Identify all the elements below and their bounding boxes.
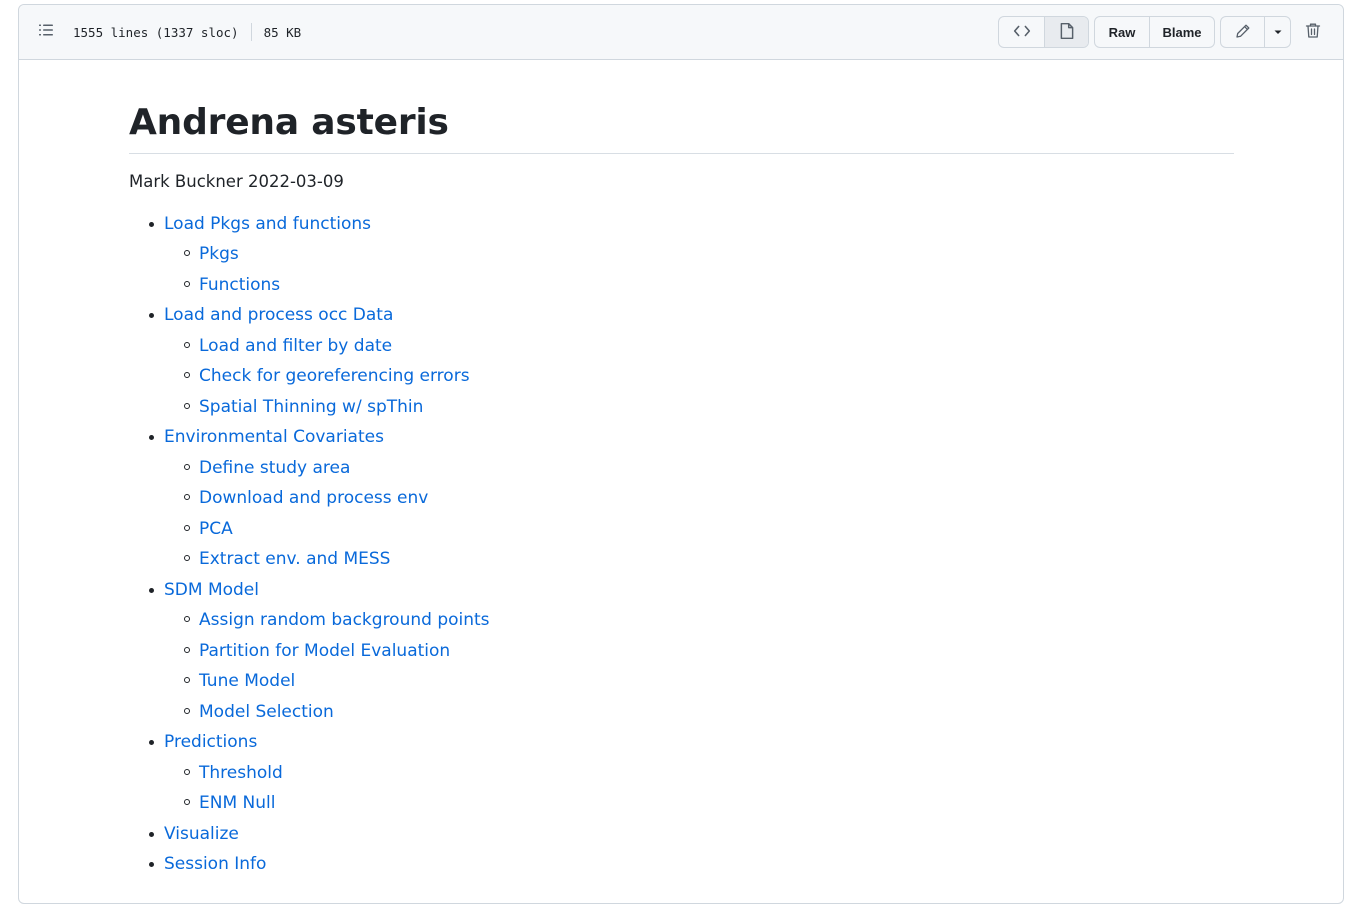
toc-link[interactable]: Environmental Covariates (164, 427, 384, 447)
edit-button[interactable] (1221, 17, 1264, 47)
toc-subitem: PCA (184, 516, 1234, 542)
toc-sublink[interactable]: Threshold (199, 763, 283, 783)
toc-item: SDM Model Assign random background points… (149, 577, 1234, 725)
toc-subitem: Model Selection (184, 699, 1234, 725)
toc-link[interactable]: Visualize (164, 824, 239, 844)
toc-subitem: Load and filter by date (184, 333, 1234, 359)
toc-item: Predictions Threshold ENM Null (149, 729, 1234, 817)
triangle-down-icon (1273, 25, 1283, 40)
toc-link[interactable]: SDM Model (164, 580, 259, 600)
toc-sublink[interactable]: Model Selection (199, 702, 334, 722)
toc-sublink[interactable]: Assign random background points (199, 610, 490, 630)
file-size: 85 KB (263, 24, 302, 40)
toc-sublink[interactable]: Check for georeferencing errors (199, 366, 470, 386)
table-of-contents: Load Pkgs and functions Pkgs Functions Load… (129, 211, 1234, 878)
toc-sublist: Assign random background points Partition… (164, 607, 1234, 725)
toc-sublink[interactable]: Download and process env (199, 488, 428, 508)
outline-toggle-button[interactable] (35, 21, 57, 43)
edit-group (1220, 16, 1291, 48)
toc-item: Load Pkgs and functions Pkgs Functions (149, 211, 1234, 298)
delete-file-button[interactable] (1297, 16, 1329, 48)
toc-sublink[interactable]: Spatial Thinning w/ spThin (199, 397, 423, 417)
line-count: 1555 lines (1337 sloc) (73, 24, 239, 40)
toc-subitem: ENM Null (184, 790, 1234, 816)
code-view-button[interactable] (999, 17, 1044, 47)
blame-button[interactable]: Blame (1149, 17, 1214, 47)
toc-sublist: Load and filter by date Check for georefe… (164, 333, 1234, 420)
toc-sublink[interactable]: Tune Model (199, 671, 295, 691)
toc-subitem: Functions (184, 272, 1234, 298)
trash-icon (1305, 22, 1321, 43)
list-unordered-icon (38, 22, 54, 42)
raw-blame-group: Raw Blame (1094, 16, 1215, 48)
toc-subitem: Extract env. and MESS (184, 546, 1234, 572)
author-date: Mark Buckner 2022-03-09 (129, 171, 344, 191)
toc-subitem: Check for georeferencing errors (184, 363, 1234, 389)
toc-sublist: Define study area Download and process en… (164, 455, 1234, 573)
markdown-body: Andrena asteris Mark Buckner 2022-03-09 … (129, 59, 1234, 882)
file-viewer: 1555 lines (1337 sloc) 85 KB Raw Blame A… (18, 4, 1344, 904)
toc-link[interactable]: Load Pkgs and functions (164, 214, 371, 234)
toc-subitem: Tune Model (184, 668, 1234, 694)
page-title: Andrena asteris (129, 59, 1234, 154)
toc-sublink[interactable]: Extract env. and MESS (199, 549, 390, 569)
file-info: 1555 lines (1337 sloc) 85 KB (73, 23, 301, 41)
toc-sublink[interactable]: Pkgs (199, 244, 239, 264)
toc-link[interactable]: Session Info (164, 854, 266, 874)
toc-subitem: Pkgs (184, 241, 1234, 267)
toc-subitem: Define study area (184, 455, 1234, 481)
toc-sublink[interactable]: PCA (199, 519, 233, 539)
toc-sublist: Pkgs Functions (164, 241, 1234, 298)
toc-link[interactable]: Predictions (164, 732, 257, 752)
toc-sublink[interactable]: Partition for Model Evaluation (199, 641, 450, 661)
toc-subitem: Spatial Thinning w/ spThin (184, 394, 1234, 420)
preview-button[interactable] (1044, 17, 1088, 47)
toc-sublink[interactable]: Define study area (199, 458, 350, 478)
code-icon (1013, 22, 1031, 43)
toc-item: Session Info (149, 851, 1234, 877)
divider (250, 23, 252, 41)
file-icon (1059, 22, 1075, 43)
pencil-icon (1235, 23, 1251, 42)
toc-subitem: Threshold (184, 760, 1234, 786)
toc-subitem: Assign random background points (184, 607, 1234, 633)
toc-link[interactable]: Load and process occ Data (164, 305, 393, 325)
toc-sublink[interactable]: Functions (199, 275, 280, 295)
toc-sublink[interactable]: ENM Null (199, 793, 275, 813)
toc-sublink[interactable]: Load and filter by date (199, 336, 392, 356)
file-header: 1555 lines (1337 sloc) 85 KB Raw Blame (19, 5, 1343, 60)
toc-subitem: Partition for Model Evaluation (184, 638, 1234, 664)
toc-sublist: Threshold ENM Null (164, 760, 1234, 817)
raw-button[interactable]: Raw (1095, 17, 1149, 47)
toc-item: Load and process occ Data Load and filter… (149, 302, 1234, 420)
toc-subitem: Download and process env (184, 485, 1234, 511)
toc-item: Visualize (149, 821, 1234, 847)
toc-item: Environmental Covariates Define study are… (149, 424, 1234, 573)
edit-options-dropdown[interactable] (1264, 17, 1290, 47)
view-toggle-group (998, 16, 1089, 48)
